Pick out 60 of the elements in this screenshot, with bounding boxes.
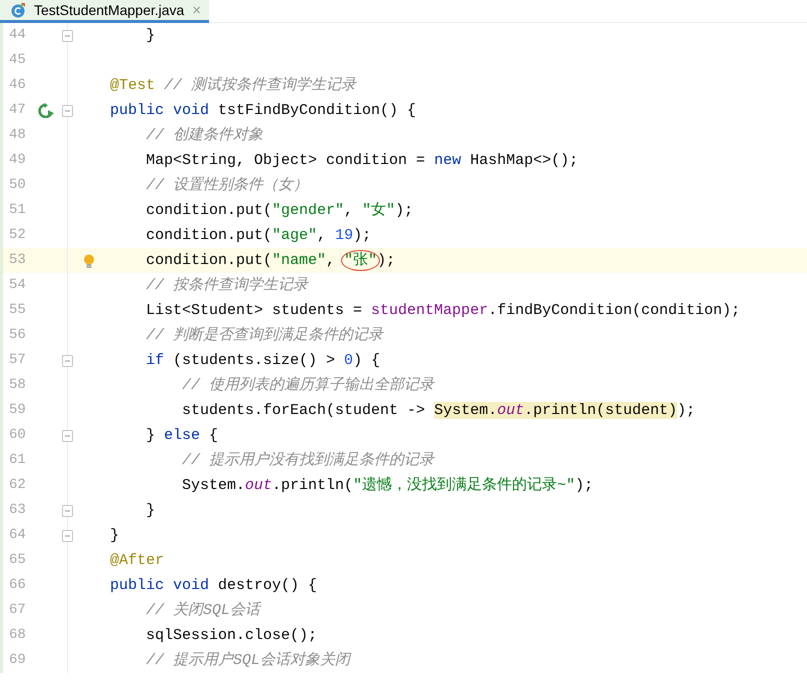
code-line: // 提示用户SQL会话对象关闭 [145,650,350,671]
line-number: 45 [8,51,27,70]
code-line: // 提示用户没有找到满足条件的记录 [181,450,434,471]
code-line: } else { [145,426,218,446]
line-number: 57 [8,351,27,370]
line-number: 56 [8,326,27,345]
code-line: // 关闭SQL会话 [145,600,260,621]
line-number: 62 [8,476,27,495]
code-line: public void destroy() { [110,576,318,596]
code-line: // 按条件查询学生记录 [145,276,308,296]
line-number: 48 [8,126,27,145]
line-number: 63 [8,501,27,520]
code-line: // 创建条件对象 [145,126,264,146]
code-line: List<Student> students = studentMapper.findByCondition(condition); [145,301,740,321]
code-line: } [145,501,156,521]
java-class-icon [10,2,26,18]
code-line: // 判断是否查询到满足条件的记录 [145,326,384,346]
line-number: 64 [8,526,27,545]
run-icon[interactable] [38,103,54,118]
code-line: } [145,26,156,46]
code-line: students.forEach(student -> System.out.println(student)); [181,401,696,421]
code-line: } [110,526,120,546]
code-line: public void tstFindByCondition() { [110,101,416,121]
code-line: @Test // 测试按条件查询学生记录 [110,76,356,96]
line-number: 54 [8,276,27,295]
line-number: 50 [8,176,27,195]
code-line: // 设置性别条件（女） [145,176,308,196]
fold-marker[interactable] [62,30,73,42]
line-number: 55 [8,301,27,320]
fold-marker[interactable] [62,505,73,517]
line-number: 68 [8,626,27,645]
line-number: 66 [8,576,27,595]
line-number: 59 [8,401,27,420]
code-line: if (students.size() > 0) { [145,351,380,371]
line-number: 47 [8,101,27,120]
line-number: 46 [8,76,27,95]
fold-marker[interactable] [62,530,73,542]
line-number: 65 [8,551,27,570]
line-number: 60 [8,426,27,445]
line-number: 44 [8,26,27,45]
code-line: System.out.println("遗憾，没找到满足条件的记录~"); [181,476,594,496]
code-line: condition.put("gender", "女"); [145,201,414,221]
line-number: 49 [8,151,27,170]
fold-marker[interactable] [62,105,73,117]
line-number: 52 [8,226,27,245]
file-tab[interactable]: TestStudentMapper.java × [0,0,209,23]
code-line: // 使用列表的遍历算子输出全部记录 [181,375,434,396]
line-number: 51 [8,201,27,220]
line-number: 58 [8,376,27,395]
code-line: sqlSession.close(); [145,626,318,646]
fold-marker[interactable] [62,430,73,442]
code-line: @After [110,551,164,571]
code-line: condition.put("age", 19); [145,226,372,246]
line-number: 53 [8,251,27,270]
lightbulb-icon[interactable] [83,254,95,268]
code-line: Map<String, Object> condition = new HashMap<>(); [145,151,578,171]
line-number: 67 [8,601,27,620]
line-number: 69 [8,651,27,670]
line-number: 61 [8,451,27,470]
fold-marker[interactable] [62,355,73,367]
